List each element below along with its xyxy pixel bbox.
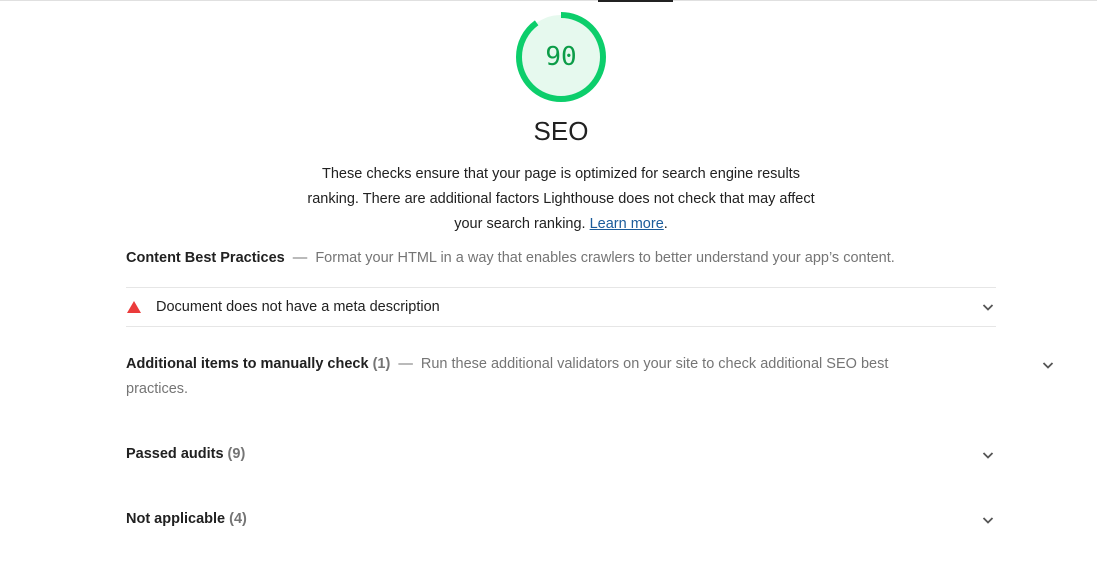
chevron-down-icon[interactable]: [1042, 359, 1054, 371]
group-dash: —: [292, 250, 308, 266]
description-period: .: [663, 216, 668, 232]
category-description-text: These checks ensure that your page is op…: [307, 166, 815, 232]
passed-audits-clump[interactable]: Passed audits (9): [126, 442, 996, 467]
not-applicable-header: Not applicable (4): [126, 507, 996, 532]
group-count: (1): [372, 356, 391, 372]
audit-title: Document does not have a meta descriptio…: [156, 299, 440, 315]
content-best-practices-header: Content Best Practices — Format your HTM…: [126, 246, 996, 271]
chevron-down-icon[interactable]: [982, 301, 994, 313]
chevron-down-icon[interactable]: [982, 514, 994, 526]
warning-triangle-icon: [127, 301, 141, 313]
group-count: (9): [227, 446, 246, 462]
manual-checks-header: Additional items to manually check (1) —…: [126, 352, 936, 402]
passed-audits-header: Passed audits (9): [126, 442, 996, 467]
active-tab-indicator: [598, 0, 673, 2]
group-dash: —: [398, 356, 413, 372]
category-title: SEO: [533, 116, 589, 146]
group-title: Additional items to manually check: [126, 356, 369, 372]
score-gauge[interactable]: 90: [513, 9, 609, 105]
group-title: Not applicable: [126, 511, 226, 527]
chevron-down-icon[interactable]: [982, 449, 994, 461]
audit-groups: Content Best Practices — Format your HTM…: [126, 246, 1054, 532]
group-count: (4): [229, 511, 247, 527]
learn-more-link[interactable]: Learn more: [590, 216, 664, 232]
manual-checks-clump[interactable]: Additional items to manually check (1) —…: [126, 352, 1054, 402]
score-value: 90: [545, 42, 577, 72]
lighthouse-report: 90 SEO These checks ensure that your pag…: [0, 0, 1097, 582]
audit-meta-description[interactable]: Document does not have a meta descriptio…: [126, 287, 996, 327]
not-applicable-clump[interactable]: Not applicable (4): [126, 507, 996, 532]
group-description: Format your HTML in a way that enables c…: [315, 250, 895, 266]
group-title: Content Best Practices: [126, 250, 285, 266]
group-title: Passed audits: [126, 446, 224, 462]
category-description: These checks ensure that your page is op…: [306, 162, 816, 237]
top-divider: [0, 0, 1097, 1]
